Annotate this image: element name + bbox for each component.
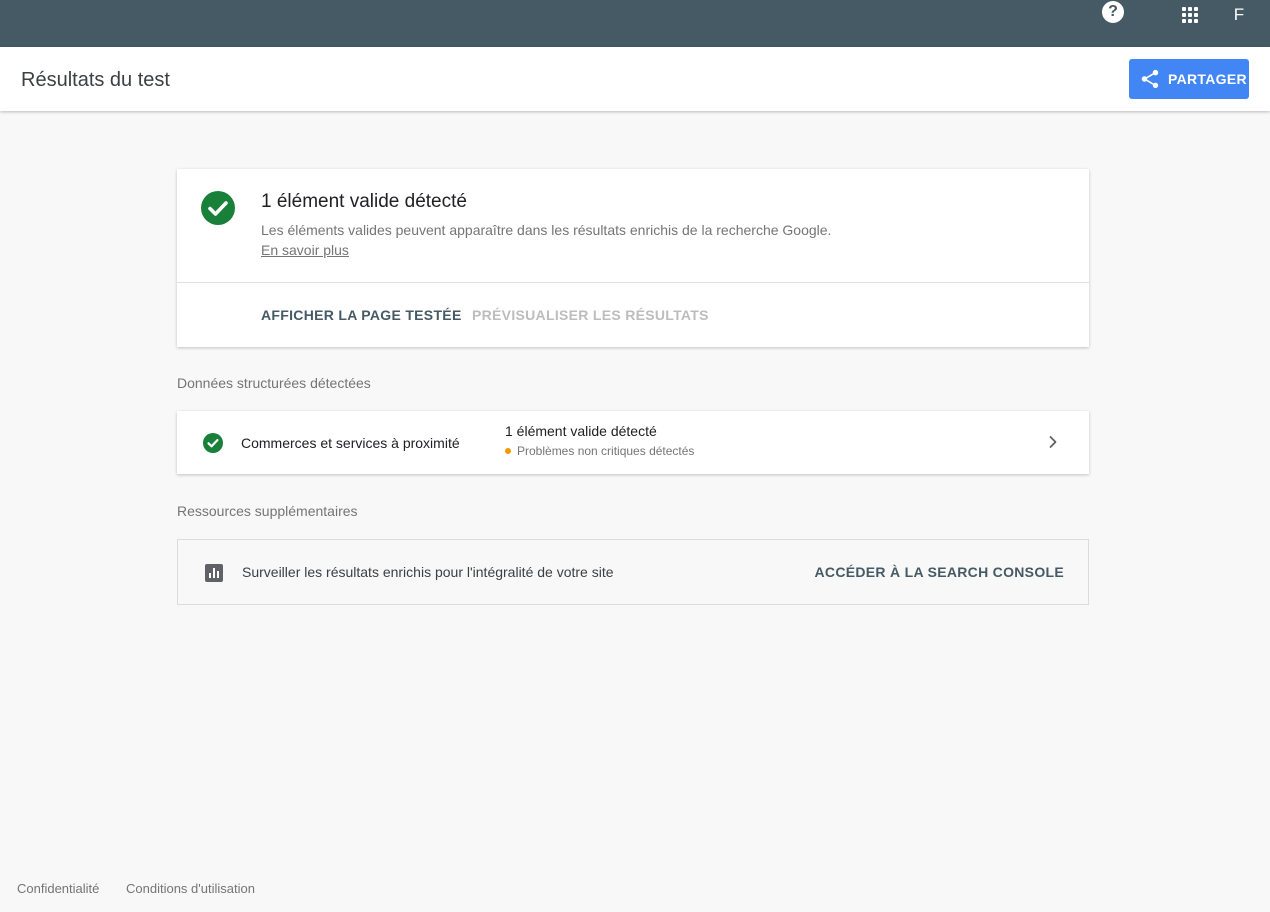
share-button[interactable]: PARTAGER [1129,59,1249,99]
resources-card: Surveiller les résultats enrichis pour l… [177,539,1089,605]
preview-results-button[interactable]: PRÉVISUALISER LES RÉSULTATS [472,307,709,323]
chevron-right-icon [1049,436,1057,448]
search-console-link[interactable]: ACCÉDER À LA SEARCH CONSOLE [815,564,1064,580]
account-avatar[interactable]: F [1228,4,1250,26]
summary-description-text: Les éléments valides peuvent apparaître … [261,222,832,238]
structured-data-section-label: Données structurées détectées [177,375,371,391]
item-warning-text: Problèmes non critiques détectés [517,444,695,458]
share-icon [1141,69,1159,89]
divider [177,282,1089,283]
summary-description: Les éléments valides peuvent apparaître … [261,220,841,260]
share-button-label: PARTAGER [1168,71,1247,87]
item-name: Commerces et services à proximité [241,435,460,451]
warning-dot-icon [505,448,511,454]
item-status: 1 élément valide détecté [505,423,657,439]
terms-link[interactable]: Conditions d'utilisation [126,881,255,896]
page-title: Résultats du test [21,69,170,91]
top-bar: ? F [0,0,1270,47]
structured-data-item[interactable]: Commerces et services à proximité 1 élém… [177,411,1089,474]
privacy-link[interactable]: Confidentialité [17,881,99,896]
item-warning: Problèmes non critiques détectés [505,444,694,458]
check-circle-icon [201,191,235,225]
page-header: Résultats du test PARTAGER [0,47,1270,111]
summary-title: 1 élément valide détecté [261,191,467,212]
resources-text: Surveiller les résultats enrichis pour l… [242,564,614,580]
resources-section-label: Ressources supplémentaires [177,503,358,519]
apps-grid-icon[interactable] [1180,5,1200,25]
check-circle-icon [203,433,223,453]
bar-chart-icon [205,564,223,582]
learn-more-link[interactable]: En savoir plus [261,242,349,258]
summary-card: 1 élément valide détecté Les éléments va… [177,169,1089,347]
view-tested-page-button[interactable]: AFFICHER LA PAGE TESTÉE [261,307,462,323]
help-circle-icon[interactable]: ? [1102,1,1124,23]
